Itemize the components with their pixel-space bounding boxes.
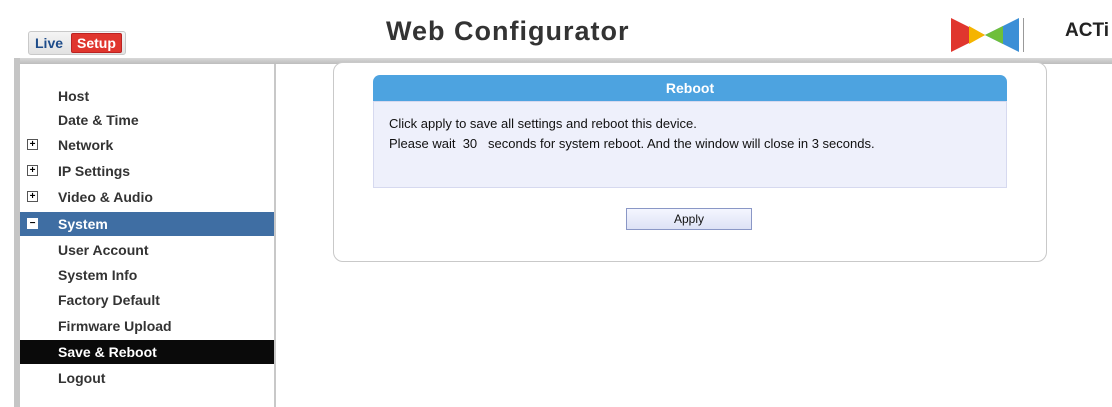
sidebar-item-video-audio[interactable]: + Video & Audio	[20, 185, 274, 209]
mode-tabs: Live Setup	[28, 31, 126, 55]
sidebar-item-factory-default[interactable]: Factory Default	[20, 288, 274, 312]
sidebar-item-logout[interactable]: Logout	[20, 366, 274, 390]
sidebar-item-label: Firmware Upload	[58, 318, 172, 334]
sidebar-item-system-info[interactable]: System Info	[20, 263, 274, 287]
sidebar-item-save-reboot[interactable]: Save & Reboot	[20, 340, 274, 364]
sidebar-item-host[interactable]: Host	[20, 84, 274, 108]
plus-box-icon[interactable]: +	[27, 139, 38, 150]
tab-setup[interactable]: Setup	[71, 33, 122, 53]
sidebar-item-label: System Info	[58, 267, 138, 283]
apply-button[interactable]: Apply	[626, 208, 752, 230]
sidebar-item-label: Video & Audio	[58, 189, 153, 205]
sidebar-item-label: Save & Reboot	[58, 344, 157, 360]
sidebar-item-label: Logout	[58, 370, 106, 386]
sidebar-item-label: Factory Default	[58, 292, 160, 308]
reboot-instruction-text: Click apply to save all settings and reb…	[389, 116, 697, 131]
page-title: Web Configurator	[386, 16, 630, 46]
tab-live[interactable]: Live	[35, 35, 71, 51]
sidebar-item-label: IP Settings	[58, 163, 131, 179]
sidebar: Host Date & Time + Network + IP Settings…	[20, 64, 276, 407]
brand-name: ACTi	[1065, 20, 1109, 41]
header: Live Setup Web Configurator ACTi	[0, 0, 1112, 60]
sidebar-item-label: Network	[58, 137, 114, 153]
sidebar-item-label: System	[58, 216, 108, 232]
sidebar-item-label: Date & Time	[58, 112, 139, 128]
sidebar-item-label: User Account	[58, 242, 149, 258]
reboot-wait-text: Please wait 30 seconds for system reboot…	[389, 136, 875, 151]
section-title: Reboot	[373, 75, 1007, 101]
sidebar-item-user-account[interactable]: User Account	[20, 238, 274, 262]
sidebar-item-ip-settings[interactable]: + IP Settings	[20, 159, 274, 183]
sidebar-item-label: Host	[58, 88, 90, 104]
minus-box-icon[interactable]: −	[27, 218, 38, 229]
sidebar-item-date-time[interactable]: Date & Time	[20, 108, 274, 132]
sidebar-item-firmware-upload[interactable]: Firmware Upload	[20, 314, 274, 338]
sidebar-item-network[interactable]: + Network	[20, 133, 274, 157]
sidebar-item-system[interactable]: − System	[20, 212, 274, 236]
logo-divider	[1023, 18, 1024, 52]
plus-box-icon[interactable]: +	[27, 191, 38, 202]
plus-box-icon[interactable]: +	[27, 165, 38, 176]
